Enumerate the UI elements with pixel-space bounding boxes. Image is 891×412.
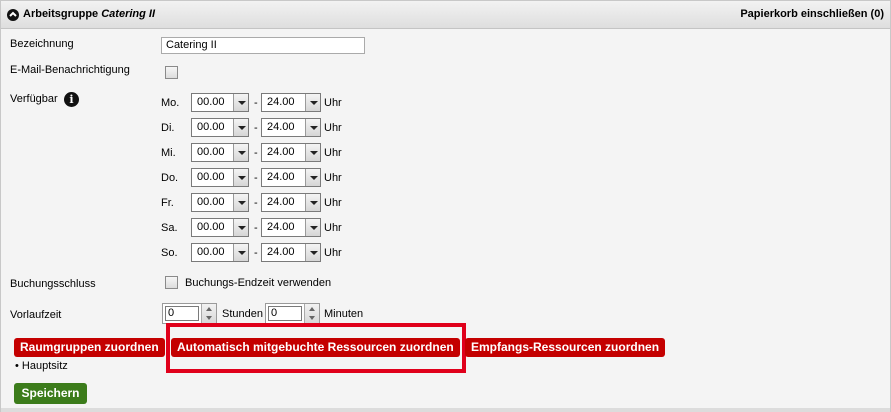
- time-separator: -: [254, 222, 258, 234]
- assign-reception-resources-button[interactable]: Empfangs-Ressourcen zuordnen: [465, 338, 666, 357]
- booking-endtime-label: Buchungs-Endzeit verwenden: [185, 277, 332, 289]
- to-time-select[interactable]: 24.00: [261, 168, 321, 187]
- time-separator: -: [254, 97, 258, 109]
- from-time-value: 00.00: [197, 171, 225, 183]
- from-time-select[interactable]: 00.00: [191, 243, 249, 262]
- collapse-arrow-icon[interactable]: [7, 9, 19, 21]
- room-group-list-item: • Hauptsitz: [15, 360, 68, 372]
- chevron-down-icon: [305, 119, 320, 136]
- from-time-value: 00.00: [197, 121, 225, 133]
- panel-header: Arbeitsgruppe Catering II Papierkorb ein…: [1, 1, 890, 29]
- chevron-down-icon: [233, 94, 248, 111]
- time-unit: Uhr: [324, 222, 342, 234]
- chevron-down-icon: [305, 169, 320, 186]
- from-time-select[interactable]: 00.00: [191, 93, 249, 112]
- time-unit: Uhr: [324, 197, 342, 209]
- available-label: Verfügbar: [10, 93, 58, 105]
- day-label: Mi.: [161, 147, 176, 159]
- chevron-down-icon: [233, 169, 248, 186]
- chevron-down-icon: [305, 94, 320, 111]
- from-time-select[interactable]: 00.00: [191, 193, 249, 212]
- day-label: Di.: [161, 122, 175, 134]
- time-separator: -: [254, 147, 258, 159]
- from-time-select[interactable]: 00.00: [191, 143, 249, 162]
- panel-footer: [1, 408, 890, 412]
- to-time-value: 24.00: [267, 121, 295, 133]
- from-time-value: 00.00: [197, 146, 225, 158]
- time-separator: -: [254, 172, 258, 184]
- booking-deadline-label: Buchungsschluss: [10, 278, 96, 290]
- from-time-value: 00.00: [197, 221, 225, 233]
- time-separator: -: [254, 122, 258, 134]
- increment-icon[interactable]: [309, 307, 315, 311]
- chevron-down-icon: [305, 244, 320, 261]
- chevron-down-icon: [233, 119, 248, 136]
- time-separator: -: [254, 247, 258, 259]
- to-time-value: 24.00: [267, 221, 295, 233]
- assign-room-groups-button[interactable]: Raumgruppen zuordnen: [14, 338, 165, 357]
- stepper-buttons[interactable]: [201, 304, 216, 323]
- time-unit: Uhr: [324, 122, 342, 134]
- to-time-value: 24.00: [267, 171, 295, 183]
- title-name: Catering II: [101, 8, 156, 20]
- decrement-icon[interactable]: [309, 316, 315, 320]
- to-time-select[interactable]: 24.00: [261, 243, 321, 262]
- to-time-select[interactable]: 24.00: [261, 193, 321, 212]
- booking-endtime-checkbox[interactable]: [165, 276, 178, 289]
- hours-value[interactable]: 0: [165, 306, 199, 321]
- minutes-unit-label: Minuten: [324, 308, 364, 320]
- save-button[interactable]: Speichern: [14, 383, 87, 404]
- email-notification-label: E-Mail-Benachrichtigung: [10, 64, 130, 76]
- from-time-select[interactable]: 00.00: [191, 168, 249, 187]
- day-label: So.: [161, 247, 178, 259]
- chevron-down-icon: [305, 194, 320, 211]
- time-separator: -: [254, 197, 258, 209]
- panel-title: Arbeitsgruppe Catering II: [23, 8, 155, 20]
- to-time-select[interactable]: 24.00: [261, 118, 321, 137]
- to-time-select[interactable]: 24.00: [261, 93, 321, 112]
- to-time-select[interactable]: 24.00: [261, 143, 321, 162]
- time-unit: Uhr: [324, 172, 342, 184]
- day-label: Do.: [161, 172, 179, 184]
- decrement-icon[interactable]: [206, 316, 212, 320]
- increment-icon[interactable]: [206, 307, 212, 311]
- minutes-value[interactable]: 0: [268, 306, 302, 321]
- chevron-down-icon: [233, 144, 248, 161]
- assign-auto-resources-button[interactable]: Automatisch mitgebuchte Ressourcen zuord…: [171, 338, 460, 357]
- hours-unit-label: Stunden: [222, 308, 263, 320]
- trash-include-link[interactable]: Papierkorb einschließen (0): [740, 8, 884, 20]
- to-time-value: 24.00: [267, 196, 295, 208]
- from-time-select[interactable]: 00.00: [191, 118, 249, 137]
- name-label: Bezeichnung: [10, 38, 74, 50]
- chevron-down-icon: [233, 194, 248, 211]
- from-time-value: 00.00: [197, 246, 225, 258]
- name-input[interactable]: Catering II: [161, 37, 365, 54]
- chevron-down-icon: [305, 144, 320, 161]
- workgroup-panel: Arbeitsgruppe Catering II Papierkorb ein…: [0, 0, 891, 412]
- day-label: Fr.: [161, 197, 174, 209]
- email-notification-checkbox[interactable]: [165, 66, 178, 79]
- to-time-value: 24.00: [267, 146, 295, 158]
- info-icon[interactable]: i: [64, 92, 79, 107]
- to-time-value: 24.00: [267, 246, 295, 258]
- chevron-down-icon: [233, 219, 248, 236]
- day-label: Sa.: [161, 222, 178, 234]
- time-unit: Uhr: [324, 147, 342, 159]
- to-time-select[interactable]: 24.00: [261, 218, 321, 237]
- from-time-value: 00.00: [197, 96, 225, 108]
- time-unit: Uhr: [324, 247, 342, 259]
- lead-time-label: Vorlaufzeit: [10, 309, 62, 321]
- chevron-down-icon: [233, 244, 248, 261]
- title-prefix: Arbeitsgruppe: [23, 8, 102, 20]
- day-label: Mo.: [161, 97, 180, 109]
- from-time-value: 00.00: [197, 196, 225, 208]
- from-time-select[interactable]: 00.00: [191, 218, 249, 237]
- hours-stepper[interactable]: 0: [162, 303, 217, 324]
- to-time-value: 24.00: [267, 96, 295, 108]
- time-unit: Uhr: [324, 97, 342, 109]
- stepper-buttons[interactable]: [304, 304, 319, 323]
- minutes-stepper[interactable]: 0: [265, 303, 320, 324]
- chevron-down-icon: [305, 219, 320, 236]
